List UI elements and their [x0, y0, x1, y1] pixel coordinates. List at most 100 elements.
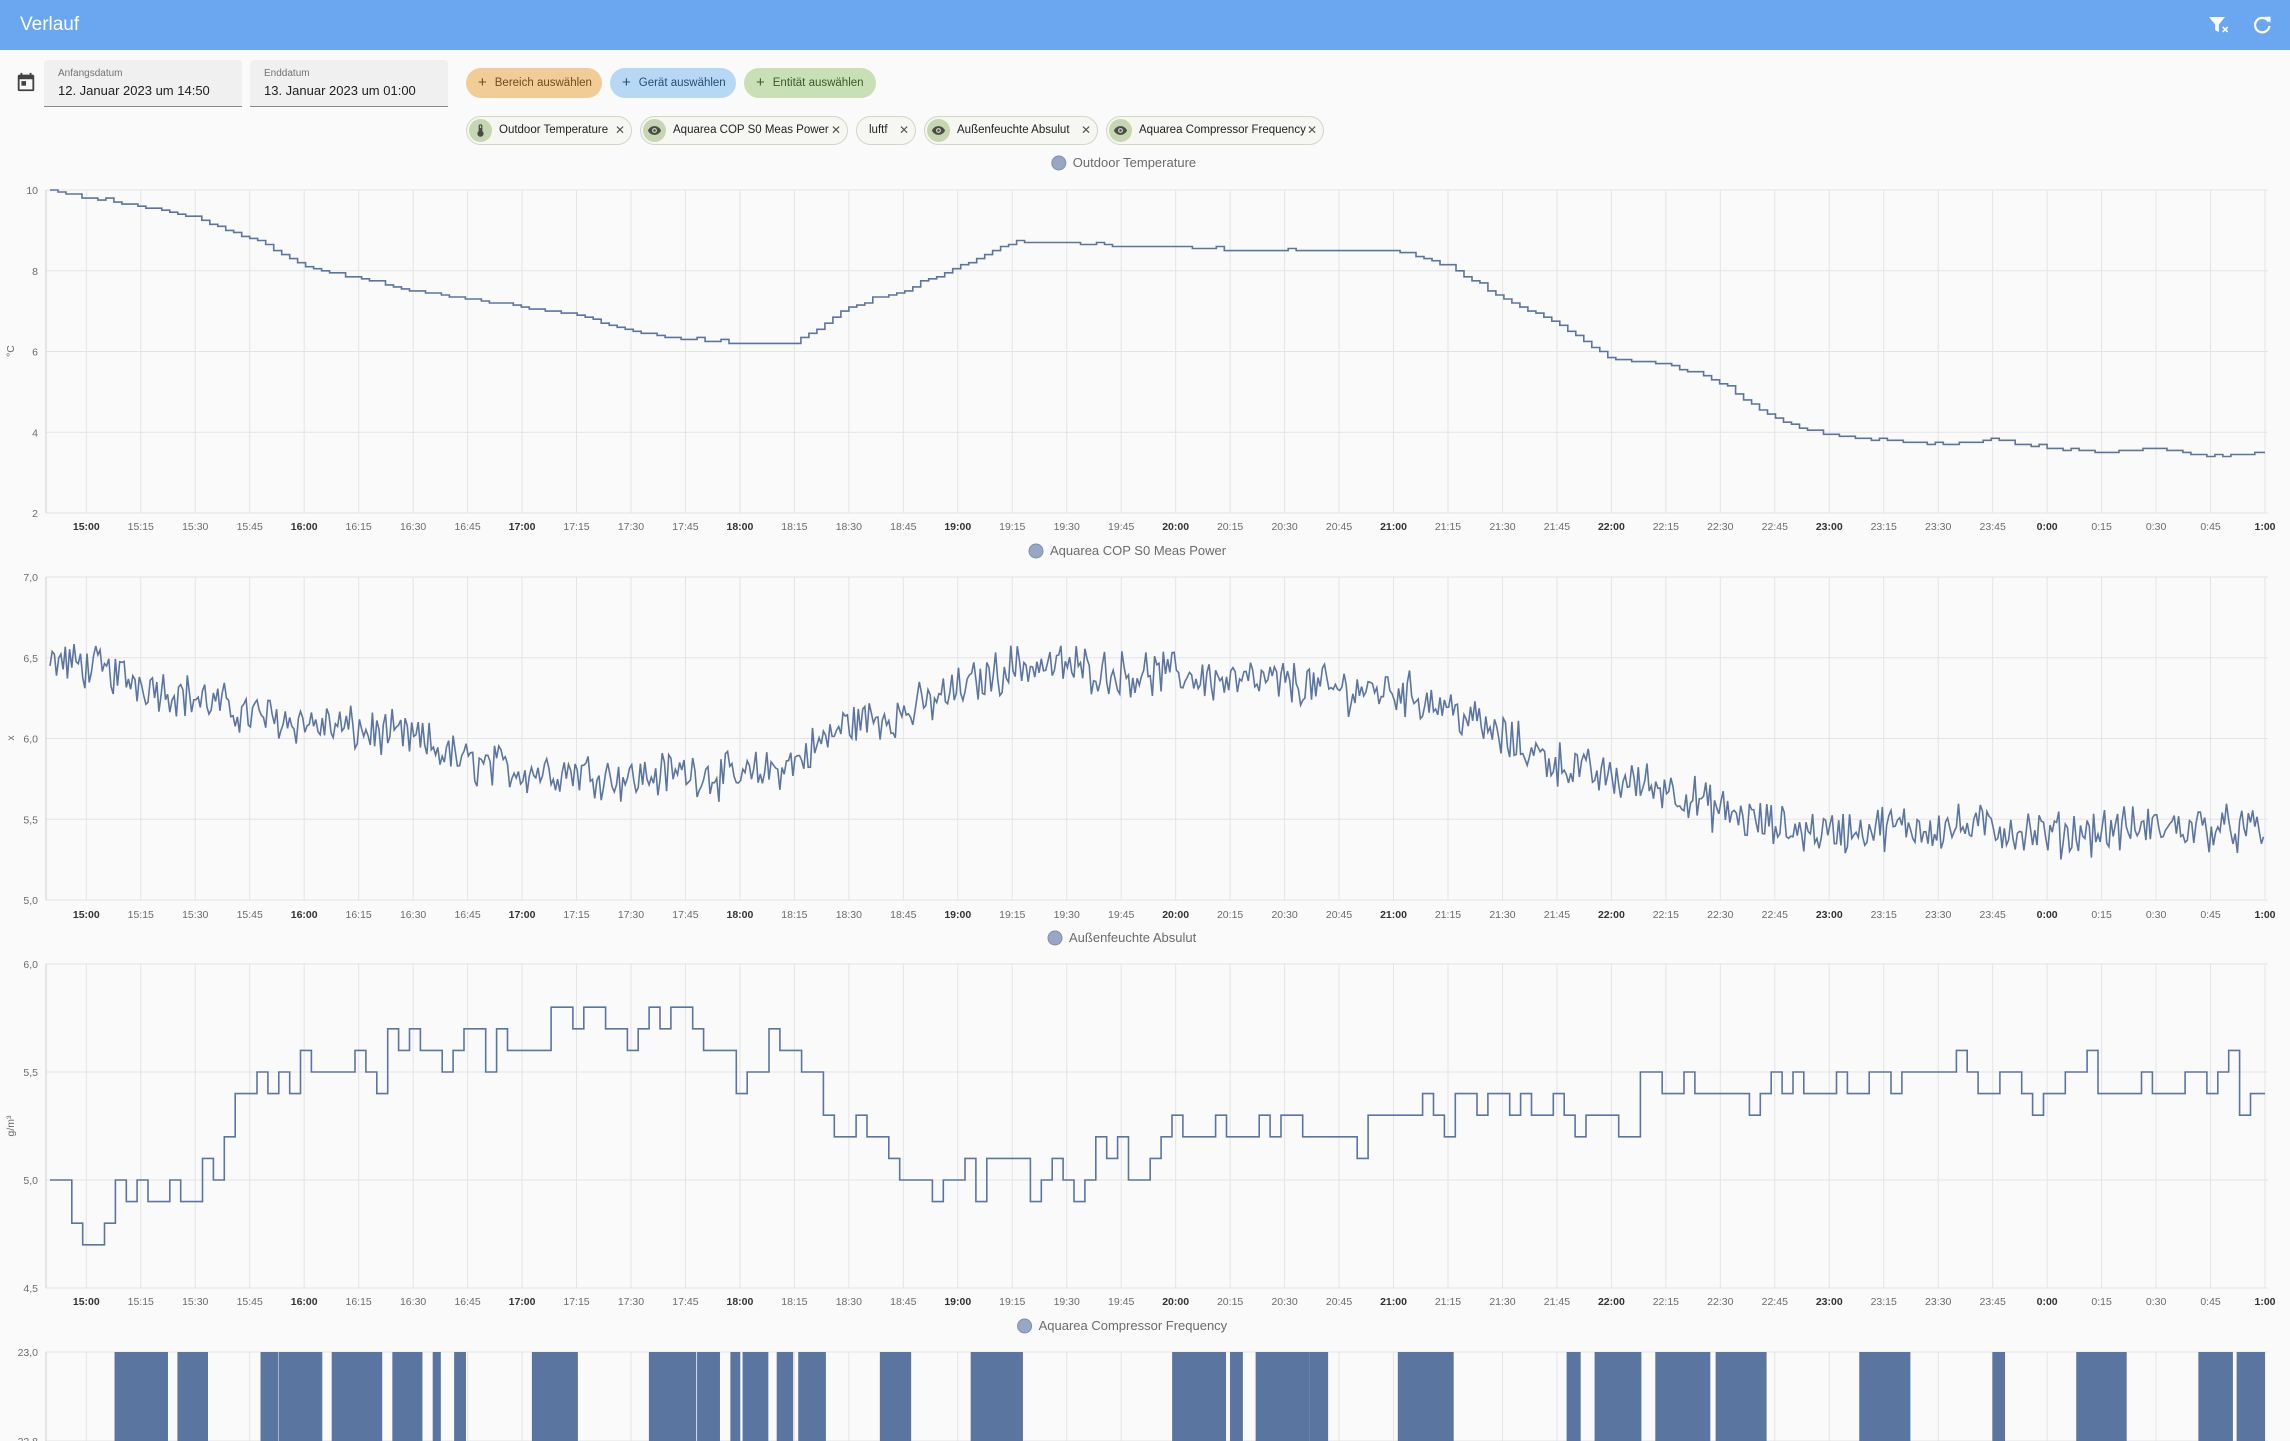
- x-tick-label: 21:15: [1435, 521, 1461, 533]
- frequency-bar: [531, 1352, 578, 1441]
- frequency-bar: [177, 1352, 208, 1441]
- x-tick-label: 23:15: [1871, 521, 1897, 533]
- x-tick-label: 17:15: [563, 1296, 589, 1308]
- frequency-bar: [970, 1352, 1023, 1441]
- x-tick-label: 23:45: [1980, 1296, 2006, 1308]
- x-tick-label: 16:15: [346, 909, 372, 921]
- x-tick-label: 0:45: [2200, 909, 2221, 921]
- y-tick-label: 4: [32, 427, 38, 439]
- x-tick-label: 21:30: [1489, 1296, 1515, 1308]
- x-tick-label: 18:45: [890, 521, 916, 533]
- x-tick-label: 1:00: [2254, 1296, 2275, 1308]
- x-tick-label: 20:00: [1162, 1296, 1189, 1308]
- x-tick-label: 16:30: [400, 909, 426, 921]
- frequency-bar: [2236, 1352, 2265, 1441]
- legend-label: Außenfeuchte Absulut: [1069, 930, 1197, 945]
- x-tick-label: 23:45: [1980, 521, 2006, 533]
- x-tick-label: 18:45: [890, 909, 916, 921]
- x-tick-label: 23:30: [1925, 521, 1951, 533]
- frequency-bar: [1594, 1352, 1642, 1441]
- x-tick-label: 19:30: [1054, 1296, 1080, 1308]
- x-tick-label: 23:30: [1925, 909, 1951, 921]
- x-tick-label: 21:30: [1489, 909, 1515, 921]
- frequency-bar: [1255, 1352, 1310, 1441]
- x-tick-label: 20:15: [1217, 1296, 1243, 1308]
- legend-label: Aquarea Compressor Frequency: [1039, 1318, 1228, 1333]
- x-tick-label: 21:15: [1435, 909, 1461, 921]
- frequency-bar: [1992, 1352, 2006, 1441]
- x-tick-label: 22:15: [1653, 909, 1679, 921]
- x-tick-label: 17:00: [509, 1296, 536, 1308]
- x-tick-label: 17:00: [509, 909, 536, 921]
- legend-label: Aquarea COP S0 Meas Power: [1050, 543, 1227, 558]
- x-tick-label: 18:30: [836, 1296, 862, 1308]
- frequency-bar: [1859, 1352, 1911, 1441]
- x-tick-label: 17:30: [618, 1296, 644, 1308]
- x-tick-label: 0:15: [2091, 1296, 2112, 1308]
- frequency-bar: [1309, 1352, 1329, 1441]
- x-tick-label: 15:30: [182, 1296, 208, 1308]
- x-tick-label: 16:45: [454, 521, 480, 533]
- x-tick-label: 19:15: [999, 909, 1025, 921]
- y-tick-label: 5,5: [23, 814, 38, 826]
- x-tick-label: 17:30: [618, 909, 644, 921]
- x-tick-label: 16:45: [454, 1296, 480, 1308]
- x-tick-label: 21:15: [1435, 1296, 1461, 1308]
- x-tick-label: 19:45: [1108, 909, 1134, 921]
- y-tick-label: 22,8: [18, 1436, 39, 1441]
- x-tick-label: 21:45: [1544, 909, 1570, 921]
- x-tick-label: 18:15: [781, 909, 807, 921]
- y-tick-label: 23,0: [18, 1347, 39, 1359]
- x-tick-label: 20:00: [1162, 909, 1189, 921]
- frequency-bar: [730, 1352, 741, 1441]
- legend-marker: [1017, 1318, 1033, 1334]
- x-tick-label: 1:00: [2254, 909, 2275, 921]
- x-tick-label: 0:00: [2037, 521, 2058, 533]
- x-tick-label: 22:15: [1653, 1296, 1679, 1308]
- x-tick-label: 23:15: [1871, 909, 1897, 921]
- x-tick-label: 22:45: [1762, 521, 1788, 533]
- frequency-bar: [1715, 1352, 1767, 1441]
- frequency-bar: [454, 1352, 466, 1441]
- frequency-bar: [392, 1352, 423, 1441]
- x-tick-label: 21:00: [1380, 521, 1407, 533]
- frequency-bar: [432, 1352, 441, 1441]
- x-tick-label: 23:45: [1980, 909, 2006, 921]
- x-tick-label: 18:45: [890, 1296, 916, 1308]
- frequency-bar: [1655, 1352, 1711, 1441]
- x-tick-label: 16:15: [346, 1296, 372, 1308]
- x-tick-label: 22:30: [1707, 521, 1733, 533]
- y-tick-label: 5,0: [23, 1175, 38, 1187]
- series-line: [50, 189, 2265, 458]
- y-tick-label: 2: [32, 508, 38, 520]
- x-tick-label: 1:00: [2254, 521, 2275, 533]
- x-tick-label: 19:00: [944, 521, 971, 533]
- frequency-bar: [798, 1352, 826, 1441]
- frequency-bar: [742, 1352, 769, 1441]
- x-tick-label: 22:00: [1598, 521, 1625, 533]
- x-tick-label: 16:00: [291, 521, 318, 533]
- x-tick-label: 21:30: [1489, 521, 1515, 533]
- y-tick-label: 4,5: [23, 1283, 38, 1295]
- series-line: [50, 1006, 2265, 1246]
- frequency-bar: [114, 1352, 168, 1441]
- x-tick-label: 23:15: [1871, 1296, 1897, 1308]
- y-tick-label: 6,5: [23, 653, 38, 665]
- x-tick-label: 19:15: [999, 521, 1025, 533]
- x-tick-label: 22:00: [1598, 909, 1625, 921]
- x-tick-label: 16:00: [291, 909, 318, 921]
- x-tick-label: 0:00: [2037, 1296, 2058, 1308]
- x-tick-label: 16:00: [291, 1296, 318, 1308]
- x-tick-label: 20:15: [1217, 909, 1243, 921]
- chart-2: Aquarea COP S0 Meas Power 5,0 5,5 6,0 6,5 7,0…: [5, 543, 2276, 921]
- x-tick-label: 20:45: [1326, 909, 1352, 921]
- frequency-bar: [648, 1352, 697, 1441]
- y-tick-label: 6,0: [23, 959, 38, 971]
- frequency-bar: [2198, 1352, 2233, 1441]
- y-tick-label: 10: [26, 185, 38, 197]
- x-tick-label: 0:45: [2200, 1296, 2221, 1308]
- frequency-bar: [1397, 1352, 1454, 1441]
- x-tick-label: 18:00: [726, 909, 753, 921]
- x-tick-label: 20:30: [1271, 1296, 1297, 1308]
- legend-marker: [1051, 155, 1067, 171]
